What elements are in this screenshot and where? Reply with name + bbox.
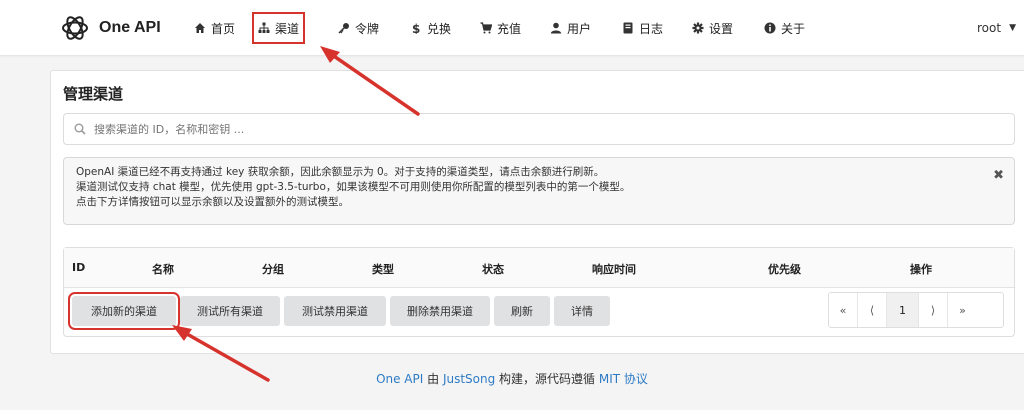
prev-page-button[interactable]: ⟨ [858, 293, 887, 327]
nav-item-logs[interactable]: 日志 [618, 14, 667, 42]
username: root [977, 21, 1002, 35]
page-title: 管理渠道 [63, 85, 124, 103]
nav-item-label: 充值 [497, 21, 522, 36]
home-icon [195, 23, 205, 33]
footer-license-link[interactable]: MIT 协议 [599, 372, 648, 386]
nav-item-label: 兑换 [427, 21, 452, 36]
nav-item-label: 日志 [639, 21, 664, 36]
nav-item-label: 设置 [709, 21, 734, 36]
nav-item-label: 关于 [781, 21, 806, 36]
footer-text: 由 [423, 372, 443, 386]
close-icon[interactable]: ✖ [993, 168, 1004, 183]
nav-item-label: 首页 [211, 21, 236, 36]
notice-line: 渠道测试仅支持 chat 模型，优先使用 gpt-3.5-turbo，如果该模型… [76, 181, 631, 193]
delete-disabled-channels-button[interactable]: 删除禁用渠道 [390, 296, 490, 326]
nav-item-home[interactable]: 首页 [190, 14, 239, 42]
next-page-button[interactable]: ⟩ [919, 293, 948, 327]
notice-message: OpenAI 渠道已经不再支持通过 key 获取余额，因此余额显示为 0。对于支… [63, 157, 1015, 225]
column-header-actions: 操作 [910, 263, 932, 276]
chevron-down-icon: ▼ [1009, 23, 1016, 33]
column-header-status[interactable]: 状态 [482, 261, 504, 277]
column-header-id[interactable]: ID [72, 261, 85, 274]
brand[interactable]: One API [60, 12, 161, 44]
add-channel-button[interactable]: 添加新的渠道 [68, 292, 180, 330]
details-button[interactable]: 详情 [554, 296, 610, 326]
nav-item-topup[interactable]: 充值 [476, 14, 525, 42]
footer-author-link[interactable]: JustSong [443, 372, 495, 386]
column-header-type[interactable]: 类型 [372, 261, 394, 277]
column-header-group[interactable]: 分组 [262, 261, 284, 277]
nav-item-users[interactable]: 用户 [546, 14, 595, 42]
column-header-response-time[interactable]: 响应时间 [592, 261, 636, 277]
last-page-button[interactable]: » [948, 293, 977, 327]
first-page-button[interactable]: « [829, 293, 858, 327]
top-navbar: One API 首页 渠道 令牌 $ 兑换 充值 用户 日志 设置 关于 roo… [0, 0, 1024, 56]
test-all-channels-button[interactable]: 测试所有渠道 [180, 296, 280, 326]
footer: One API 由 JustSong 构建，源代码遵循 MIT 协议 [0, 370, 1024, 387]
search-icon [74, 123, 86, 135]
footer-text: 构建，源代码遵循 [495, 372, 599, 386]
brand-name: One API [99, 19, 161, 36]
book-icon [623, 22, 633, 34]
nav-item-label: 渠道 [275, 21, 300, 36]
gear-icon [692, 22, 704, 34]
key-icon [338, 23, 349, 34]
nav-item-channels[interactable]: 渠道 [251, 12, 306, 44]
dollar-icon: $ [412, 22, 420, 34]
cart-icon [480, 22, 492, 34]
refresh-button[interactable]: 刷新 [494, 296, 550, 326]
nav-item-redeem[interactable]: $ 兑换 [406, 14, 455, 42]
nav-item-tokens[interactable]: 令牌 [334, 14, 383, 42]
column-header-priority[interactable]: 优先级 [768, 261, 801, 277]
user-icon [550, 22, 562, 34]
nav-item-about[interactable]: 关于 [760, 14, 809, 42]
notice-line: 点击下方详情按钮可以显示余额以及设置额外的测试模型。 [76, 196, 349, 208]
channel-table: ID 名称 分组 类型 状态 响应时间 优先级 操作 添加新的渠道 测试所有渠道… [63, 247, 1015, 337]
sitemap-icon [258, 22, 270, 33]
openai-logo-icon [62, 16, 88, 40]
search-input[interactable] [94, 122, 974, 136]
column-header-name[interactable]: 名称 [152, 261, 174, 277]
footer-app-link[interactable]: One API [376, 372, 423, 386]
test-disabled-channels-button[interactable]: 测试禁用渠道 [284, 296, 386, 326]
search-box[interactable] [63, 113, 1015, 145]
page-1-button[interactable]: 1 [887, 293, 919, 327]
svg-text:$: $ [412, 22, 420, 34]
channel-management-card: 管理渠道 OpenAI 渠道已经不再支持通过 key 获取余额，因此余额显示为 … [50, 70, 1024, 354]
table-header: ID 名称 分组 类型 状态 响应时间 优先级 操作 [64, 248, 1014, 288]
nav-item-settings[interactable]: 设置 [688, 14, 737, 42]
nav-item-label: 令牌 [355, 21, 380, 36]
info-icon [764, 22, 776, 34]
pagination: « ⟨ 1 ⟩ » [828, 292, 1004, 328]
nav-item-label: 用户 [567, 21, 592, 36]
notice-line: OpenAI 渠道已经不再支持通过 key 获取余额，因此余额显示为 0。对于支… [76, 166, 605, 178]
user-menu[interactable]: root ▼ [977, 14, 1016, 42]
